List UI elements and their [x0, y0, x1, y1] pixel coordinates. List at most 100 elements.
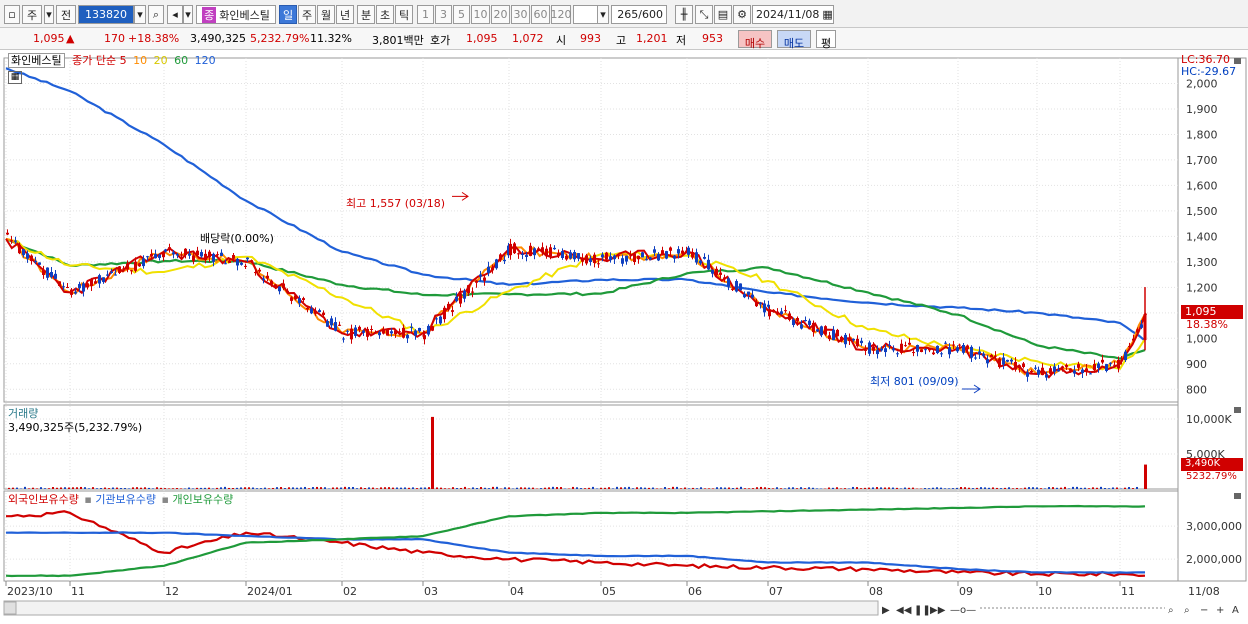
custom-minute-dropdown-icon[interactable]: ▾	[597, 5, 609, 24]
code-dropdown-icon[interactable]: ▾	[134, 5, 146, 24]
volume-bar	[400, 488, 402, 489]
candle-body	[1089, 373, 1092, 374]
volume-bar	[592, 487, 594, 489]
count-field[interactable]: 265/600	[611, 5, 667, 24]
stock-code-input[interactable]: 133820	[78, 5, 134, 24]
chart-area[interactable]: 2023/1011122024/010203040506070809101111…	[0, 50, 1248, 621]
candle-type-icon[interactable]: ╫	[675, 5, 693, 24]
x-tick-label: 02	[343, 585, 357, 598]
volume-bar	[176, 488, 178, 489]
minute-1[interactable]: 1	[417, 5, 434, 24]
minute-5[interactable]: 5	[453, 5, 470, 24]
volume-bar	[764, 487, 766, 489]
sound-icon[interactable]: ◂	[167, 5, 183, 24]
volume-bar	[528, 488, 530, 489]
price-tick-label: 1,400	[1186, 230, 1218, 243]
candle-body	[138, 263, 141, 266]
legend-individual: 개인보유수량	[173, 493, 234, 506]
volume-tag: 3,490K	[1181, 458, 1243, 471]
volume-bar	[492, 487, 494, 489]
eval-button[interactable]: 평	[816, 30, 836, 48]
chart-svg[interactable]: 2023/1011122024/010203040506070809101111…	[0, 50, 1248, 621]
volume-pct-tag: 5232.79%	[1186, 471, 1237, 482]
volume-bar	[1104, 488, 1106, 489]
period-tick[interactable]: 틱	[395, 5, 413, 24]
gear-icon[interactable]: ⚙	[733, 5, 751, 24]
volume-bar	[944, 488, 946, 489]
holdings-panel-close-icon[interactable]	[1234, 493, 1241, 499]
x-tick-label: 2024/01	[247, 585, 293, 598]
calendar-icon[interactable]: ▦	[822, 8, 832, 21]
candle-body	[657, 254, 660, 260]
candle-body	[1061, 366, 1064, 368]
minute-120[interactable]: 120	[551, 5, 571, 24]
minute-60[interactable]: 60	[531, 5, 550, 24]
minute-3[interactable]: 3	[435, 5, 452, 24]
candle-body	[200, 252, 203, 256]
candle-body	[936, 346, 939, 353]
volume-bar	[172, 488, 174, 489]
volume-bar	[164, 488, 166, 489]
font-size-icon[interactable]: A	[1232, 605, 1239, 616]
price-panel[interactable]	[4, 58, 1178, 402]
line-tool-icon[interactable]: ⤡	[695, 5, 713, 24]
layout-icon[interactable]: ▫	[4, 5, 20, 24]
period-minute[interactable]: 분	[357, 5, 375, 24]
minute-10[interactable]: 10	[471, 5, 490, 24]
scroll-left-button[interactable]	[4, 602, 16, 614]
volume-panel-close-icon[interactable]	[1234, 407, 1241, 413]
volume-bar	[156, 487, 158, 489]
candle-body	[188, 254, 191, 256]
price-panel-close-icon[interactable]	[1234, 58, 1241, 64]
stock-name-field[interactable]: 종 화인베스틸	[196, 5, 276, 24]
candle-body	[844, 335, 847, 344]
zoom-out-icon[interactable]: ⌕	[1184, 605, 1190, 616]
save-icon[interactable]: ▤	[714, 5, 732, 24]
volume-bar	[744, 488, 746, 489]
volume-bar	[1016, 488, 1018, 489]
volume-bar	[672, 487, 674, 489]
table-icon[interactable]: ▦	[8, 71, 22, 84]
volume-bar	[828, 488, 830, 489]
horizontal-scrollbar[interactable]	[4, 601, 878, 615]
sell-button[interactable]: 매도	[777, 30, 811, 48]
period-day[interactable]: 일	[279, 5, 297, 24]
candle-body	[451, 310, 454, 312]
legend-stock-name[interactable]: 화인베스틸	[8, 53, 65, 68]
plus-icon[interactable]: +	[1216, 605, 1224, 616]
volume-bar	[312, 487, 314, 489]
sound-dropdown-icon[interactable]: ▾	[183, 5, 193, 24]
period-week[interactable]: 주	[298, 5, 316, 24]
volume-bar	[804, 488, 806, 489]
candle-body	[366, 329, 369, 337]
search-icon[interactable]: ⌕	[148, 5, 164, 24]
candle-body	[990, 355, 993, 357]
volume-bar	[576, 487, 578, 489]
pause-icon[interactable]: ❚❚	[914, 605, 931, 616]
buy-button[interactable]: 매수	[738, 30, 772, 48]
minute-30[interactable]: 30	[511, 5, 530, 24]
candle-body	[38, 262, 41, 264]
scope-select[interactable]: 전	[56, 5, 76, 24]
market-type-select[interactable]: 주	[22, 5, 42, 24]
scroll-right-icon[interactable]: ▶	[882, 605, 890, 616]
slider-icon[interactable]: —o—	[950, 605, 976, 616]
volume-bar	[632, 488, 634, 489]
candle-body	[763, 304, 766, 313]
candle-body	[483, 278, 486, 281]
period-year[interactable]: 년	[336, 5, 354, 24]
period-month[interactable]: 월	[317, 5, 335, 24]
chevron-down-icon[interactable]: ▾	[44, 5, 54, 24]
period-day-label: 일	[283, 7, 293, 23]
volume-bar	[308, 488, 310, 489]
zoom-in-icon[interactable]: ⌕	[1168, 605, 1174, 616]
date-field[interactable]: 2024/11/08 ▦	[752, 5, 834, 24]
minus-icon[interactable]: −	[1200, 605, 1208, 616]
step-forward-icon[interactable]: ▶▶	[930, 605, 946, 616]
candle-body	[966, 346, 969, 350]
volume-bar	[108, 488, 110, 489]
step-back-icon[interactable]: ◀◀	[896, 605, 912, 616]
volume-panel[interactable]	[4, 405, 1178, 489]
period-second[interactable]: 초	[376, 5, 394, 24]
minute-20[interactable]: 20	[491, 5, 510, 24]
